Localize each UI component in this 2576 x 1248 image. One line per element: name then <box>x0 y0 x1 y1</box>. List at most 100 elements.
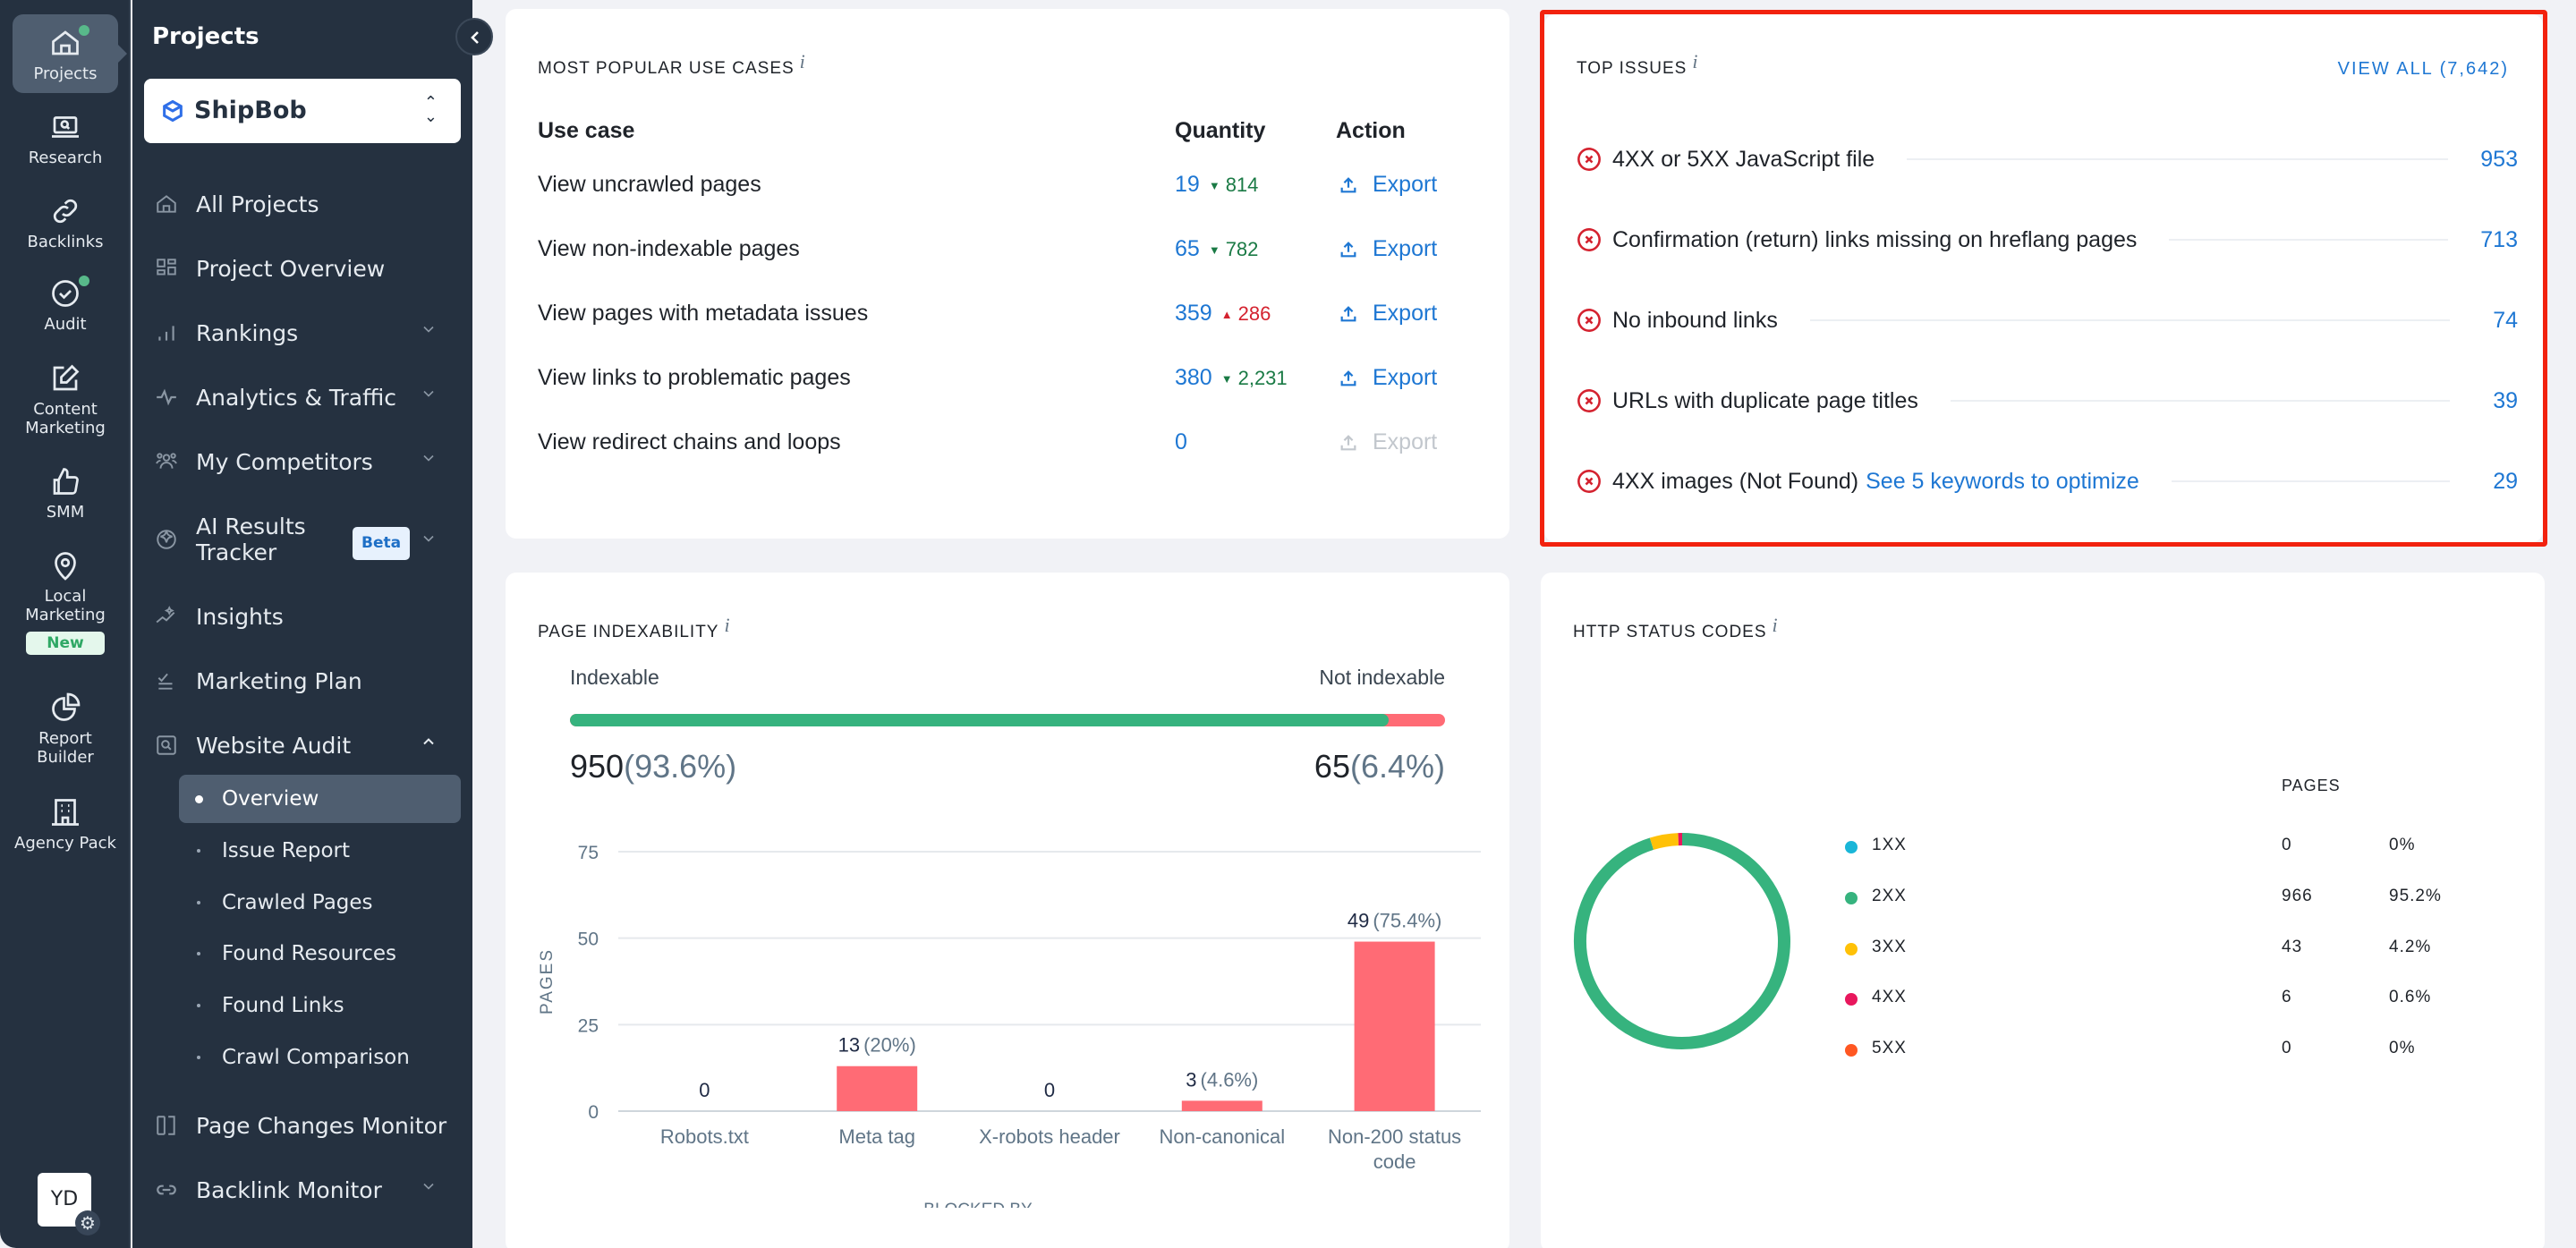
sidebar-item-project-overview[interactable]: Project Overview <box>155 250 450 286</box>
use-case-label: View links to problematic pages <box>538 365 851 390</box>
issue-row[interactable]: 4XX images (Not Found) See 5 keywords to… <box>1577 463 2518 499</box>
sidebar-item-ai-results-tracker[interactable]: AI Results Tracker Beta <box>155 510 450 569</box>
issue-label[interactable]: URLs with duplicate page titles <box>1612 388 1918 414</box>
quantity-link[interactable]: 380 ▼ 2,231 <box>1175 365 1288 391</box>
sidebar-subitem-found-links[interactable]: Found Links <box>179 981 461 1030</box>
rail-label: Local Marketing <box>25 587 106 624</box>
chevron-up-icon[interactable] <box>420 733 438 751</box>
rail-label: Backlinks <box>27 233 104 251</box>
project-selector[interactable]: ShipBob ⌃ ⌄ <box>144 79 461 143</box>
rail-item-research[interactable]: Research <box>13 111 118 167</box>
sidebar-item-page-changes-monitor[interactable]: Page Changes Monitor <box>155 1108 450 1143</box>
export-button[interactable]: Export <box>1339 236 1437 262</box>
quantity-link[interactable]: 359 ▲ 286 <box>1175 301 1271 327</box>
sidebar-subitem-crawled-pages[interactable]: Crawled Pages <box>179 879 461 927</box>
legend-pages: 966 <box>2282 887 2313 905</box>
issue-label[interactable]: Confirmation (return) links missing on h… <box>1612 227 2137 253</box>
sidebar-item-analytics-traffic[interactable]: Analytics & Traffic <box>155 379 450 415</box>
issue-row[interactable]: URLs with duplicate page titles 39 <box>1577 383 2518 419</box>
info-icon[interactable]: i <box>1692 50 1698 72</box>
error-circle-icon <box>1577 309 1601 332</box>
sidebar-item-my-competitors[interactable]: My Competitors <box>155 444 528 480</box>
collapse-sidebar-button[interactable] <box>455 18 493 55</box>
export-button[interactable]: Export <box>1339 365 1437 391</box>
rail-item-report-builder[interactable]: Report Builder <box>13 692 118 767</box>
rail-item-agency-pack[interactable]: Agency Pack <box>13 796 118 853</box>
issue-count[interactable]: 713 <box>2480 227 2518 253</box>
bullet-icon <box>197 952 200 955</box>
info-icon[interactable]: i <box>1773 614 1779 636</box>
rail-item-smm[interactable]: SMM <box>13 465 118 522</box>
issue-row[interactable]: 4XX or 5XX JavaScript file 953 <box>1577 141 2518 177</box>
quantity-link[interactable]: 65 ▼ 782 <box>1175 236 1258 262</box>
sidebar-item-insights[interactable]: Insights <box>155 599 450 634</box>
sidebar-subitem-overview[interactable]: Overview <box>179 775 461 823</box>
sidebar-item-all-projects[interactable]: All Projects <box>155 186 450 222</box>
sidebar-subitem-crawl-comparison[interactable]: Crawl Comparison <box>179 1033 461 1082</box>
use-case-row: View links to problematic pages 380 ▼ 2,23… <box>538 365 1486 401</box>
legend-label: 3XX <box>1872 938 1907 956</box>
chevron-down-icon[interactable] <box>420 1177 438 1195</box>
legend-row[interactable]: 3XX 43 4.2% <box>1845 936 2489 963</box>
bullet-icon <box>197 1004 200 1007</box>
bar-percent: (20%) <box>863 1034 916 1057</box>
issue-row[interactable]: No inbound links 74 <box>1577 302 2518 338</box>
chevron-down-icon[interactable] <box>420 320 438 338</box>
rail-item-backlinks[interactable]: Backlinks <box>13 195 118 251</box>
view-all-issues-link[interactable]: VIEW ALL (7,642) <box>2338 59 2509 80</box>
sidebar-item-rankings[interactable]: Rankings <box>155 315 450 351</box>
rail-item-audit[interactable]: Audit <box>13 276 118 334</box>
sidebar-subitem-issue-report[interactable]: Issue Report <box>179 827 461 875</box>
legend-row[interactable]: 2XX 966 95.2% <box>1845 885 2489 912</box>
quantity-link[interactable]: 19 ▼ 814 <box>1175 172 1258 198</box>
legend-row[interactable]: 1XX 0 0% <box>1845 834 2489 861</box>
user-avatar[interactable]: YD ⚙ <box>38 1173 100 1235</box>
notification-dot <box>79 276 89 286</box>
chevron-down-icon[interactable] <box>420 385 438 403</box>
export-button[interactable]: Export <box>1339 429 1437 455</box>
export-button[interactable]: Export <box>1339 301 1437 327</box>
info-icon[interactable]: i <box>724 614 730 636</box>
insights-icon <box>156 606 175 624</box>
beta-badge: Beta <box>353 527 411 560</box>
rail-item-projects[interactable]: Projects <box>13 14 127 93</box>
legend-row[interactable]: 4XX 6 0.6% <box>1845 986 2489 1013</box>
http-status-donut-chart <box>1574 833 1790 1049</box>
chevron-down-icon[interactable] <box>420 530 438 548</box>
rail-item-local-marketing[interactable]: Local Marketing New <box>13 549 118 655</box>
issue-count[interactable]: 29 <box>2482 469 2518 495</box>
issue-label[interactable]: 4XX or 5XX JavaScript file <box>1612 147 1875 173</box>
gear-icon[interactable]: ⚙ <box>75 1210 100 1235</box>
issue-label[interactable]: 4XX images (Not Found) <box>1612 469 1858 495</box>
quantity-link[interactable]: 0 <box>1175 429 1187 455</box>
subitem-label: Overview <box>222 787 319 811</box>
donut-slice-2xx[interactable] <box>1574 833 1790 1049</box>
rail-item-content-marketing[interactable]: Content Marketing <box>13 362 118 437</box>
triangle-down-icon: ▼ <box>1208 243 1220 257</box>
chevron-down-icon[interactable] <box>420 449 438 467</box>
x-tick-label: Non-canonical <box>1159 1125 1285 1148</box>
sidebar-subitem-found-resources[interactable]: Found Resources <box>179 930 461 978</box>
nav-label: Insights <box>196 603 284 630</box>
thumbs-up-icon <box>53 468 79 495</box>
indexability-progress-bar <box>570 714 1445 726</box>
sidebar-item-backlink-monitor[interactable]: Backlink Monitor <box>155 1172 450 1208</box>
error-circle-icon <box>1577 470 1601 493</box>
bar-value-label: 49 (75.4%) <box>1348 910 1442 932</box>
building-icon <box>52 799 79 826</box>
issue-row[interactable]: Confirmation (return) links missing on h… <box>1577 222 2518 258</box>
issue-count[interactable]: 953 <box>2480 147 2518 173</box>
sidebar-item-marketing-plan[interactable]: Marketing Plan <box>155 663 450 699</box>
issue-label[interactable]: No inbound links <box>1612 308 1778 334</box>
issue-count[interactable]: 39 <box>2482 388 2518 414</box>
sidebar-item-website-audit[interactable]: Website Audit <box>155 727 450 763</box>
info-icon[interactable]: i <box>800 50 806 72</box>
keywords-link[interactable]: See 5 keywords to optimize <box>1866 469 2139 495</box>
edit-icon <box>53 364 80 391</box>
donut-slice-3xx[interactable] <box>1649 833 1679 850</box>
bar-percent: (75.4%) <box>1373 910 1441 932</box>
app-rail: Projects Research Backlinks Audit Conten… <box>0 0 131 1248</box>
legend-row[interactable]: 5XX 0 0% <box>1845 1037 2489 1064</box>
issue-count[interactable]: 74 <box>2482 308 2518 334</box>
export-button[interactable]: Export <box>1339 172 1437 198</box>
